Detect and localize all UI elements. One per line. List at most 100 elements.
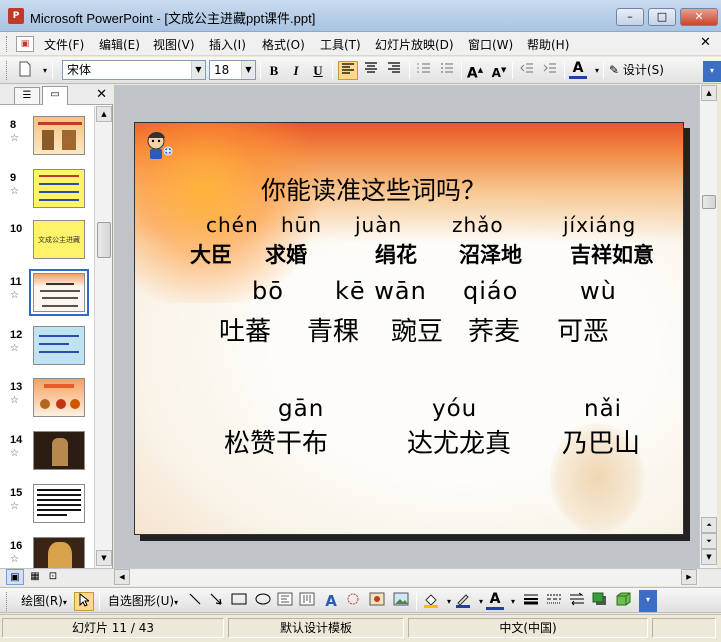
pinyin-label[interactable]: hūn [281,213,322,237]
vocab-word[interactable]: 沼泽地 [459,239,522,269]
autoshapes-menu-button[interactable]: 自选图形(U)▾ [105,592,181,611]
slide-canvas[interactable]: 你能读准这些词吗？ chén hūn juàn zhǎo jíxiáng 大臣 … [134,122,684,535]
menu-help[interactable]: 帮助(H) [527,36,569,53]
decrease-indent-icon[interactable] [517,61,537,80]
clip-art-icon[interactable] [368,592,386,611]
slide-vertical-scrollbar[interactable]: ▲ ⏶ ⏷ ▼ [699,85,717,568]
pinyin-label[interactable]: kē wān [335,277,427,305]
grow-font-button[interactable]: A▲ [466,61,484,82]
textbox-tool-icon[interactable] [276,592,294,611]
slide-horizontal-scrollbar[interactable]: ◀ ▶ [114,568,699,586]
thumbnail-slide-8[interactable]: 8 ☆ [0,116,94,166]
powerpoint-app-icon[interactable]: P [8,8,24,24]
chevron-down-icon[interactable]: ▼ [241,61,255,79]
pinyin-label[interactable]: wù [580,277,617,305]
previous-slide-icon[interactable]: ⏶ [701,517,717,533]
maximize-button[interactable]: □ [648,8,676,26]
thumbnail-slide-11[interactable]: 11 ☆ [0,269,94,323]
vocab-word[interactable]: 大臣 [190,239,232,269]
menu-grip[interactable] [6,36,9,52]
next-slide-icon[interactable]: ⏷ [701,533,717,549]
menu-window[interactable]: 窗口(W) [468,36,513,53]
menu-format[interactable]: 格式(O) [262,36,305,53]
scroll-left-icon[interactable]: ◀ [114,569,130,585]
slide-thumbnail-image[interactable] [33,378,85,417]
close-document-button[interactable]: ✕ [700,35,711,50]
vertical-textbox-icon[interactable] [298,592,316,611]
oval-tool-icon[interactable] [254,592,272,611]
slide-heading[interactable]: 你能读准这些词吗？ [261,171,486,207]
thumbnail-slide-15[interactable]: 15 ☆ [0,484,94,534]
scroll-up-icon[interactable]: ▲ [96,106,112,122]
vocab-word[interactable]: 绢花 [375,239,417,269]
vocab-word[interactable]: 求婚 [265,239,307,269]
thumbnail-slide-9[interactable]: 9 ☆ [0,169,94,219]
pinyin-label[interactable]: chén [206,213,259,237]
scroll-down-icon[interactable]: ▼ [96,550,112,566]
thumbnail-slide-14[interactable]: 14 ☆ [0,431,94,481]
scrollbar-thumb[interactable] [97,222,111,258]
font-size-select[interactable]: 18 ▼ [209,60,256,80]
tab-slides[interactable]: ▭ [42,86,68,105]
thumbnail-slide-10[interactable]: 10 文成公主进藏 [0,220,94,270]
align-left-button[interactable] [338,61,358,80]
numbered-list-icon[interactable] [414,61,434,80]
shadow-style-icon[interactable] [591,592,609,611]
scroll-up-icon[interactable]: ▲ [701,85,717,101]
close-window-button[interactable]: ✕ [680,8,718,26]
design-button[interactable]: ✎ 设计(S) [609,61,671,80]
thumbnail-slide-12[interactable]: 12 ☆ [0,326,94,376]
vocab-word[interactable]: 可恶 [557,311,609,348]
wordart-icon[interactable]: A [322,592,340,611]
pinyin-label[interactable]: qiáo [463,277,518,305]
slide-thumbnail-image[interactable] [33,326,85,365]
align-right-button[interactable] [384,61,404,80]
design-template-name[interactable]: 默认设计模板 [228,618,404,638]
slide-thumbnail-image[interactable] [33,484,85,523]
select-objects-icon[interactable] [74,592,94,611]
font-name-select[interactable]: 宋体 ▼ [62,60,206,80]
fill-color-icon[interactable] [422,592,440,611]
tab-outline[interactable]: ☰ [14,87,40,104]
menu-tools[interactable]: 工具(T) [320,36,361,53]
menu-slideshow[interactable]: 幻灯片放映(D) [375,36,454,53]
close-pane-icon[interactable]: ✕ [96,87,107,102]
arrow-style-icon[interactable] [568,592,586,611]
slide-thumbnail-image[interactable] [33,431,85,470]
pinyin-label[interactable]: bō [252,277,284,305]
line-style-icon[interactable] [522,592,540,611]
italic-button[interactable]: I [287,61,305,80]
vocab-word[interactable]: 荞麦 [468,311,520,348]
line-color-icon[interactable] [454,592,472,611]
slide-thumbnail-image[interactable] [33,116,85,155]
bold-button[interactable]: B [265,61,283,80]
pinyin-label[interactable]: gān [278,396,324,422]
pinyin-label[interactable]: nǎi [584,396,622,422]
font-color-button[interactable]: A [569,61,587,79]
vocab-word[interactable]: 松赞干布 [224,423,328,460]
slide-thumbnail-image[interactable] [33,537,85,568]
increase-indent-icon[interactable] [540,61,560,80]
thumbnail-slide-13[interactable]: 13 ☆ [0,378,94,428]
vocab-word[interactable]: 青稞 [307,311,359,348]
dash-style-icon[interactable] [545,592,563,611]
vocab-word[interactable]: 吉祥如意 [570,239,654,269]
menu-insert[interactable]: 插入(I) [209,36,246,53]
chevron-down-icon[interactable]: ▼ [191,61,205,79]
thumbnail-slide-16[interactable]: 16 ☆ [0,537,94,568]
slide-sorter-view-icon[interactable]: ▦ [26,569,44,585]
pinyin-label[interactable]: yóu [432,396,477,422]
slide-thumbnail-image[interactable] [29,269,89,316]
menu-edit[interactable]: 编辑(E) [99,36,140,53]
menu-view[interactable]: 视图(V) [153,36,195,53]
arrow-tool-icon[interactable] [207,592,225,611]
diagram-icon[interactable] [344,592,362,611]
bullet-list-icon[interactable] [437,61,457,80]
pinyin-label[interactable]: zhǎo [452,213,504,237]
rectangle-tool-icon[interactable] [230,592,248,611]
font-color-dropdown-icon[interactable]: ▾ [504,592,522,611]
vocab-word[interactable]: 豌豆 [391,311,443,348]
slide-thumbnail-image[interactable]: 文成公主进藏 [33,220,85,259]
font-color-icon[interactable]: A [486,592,504,610]
insert-picture-icon[interactable] [392,592,410,611]
